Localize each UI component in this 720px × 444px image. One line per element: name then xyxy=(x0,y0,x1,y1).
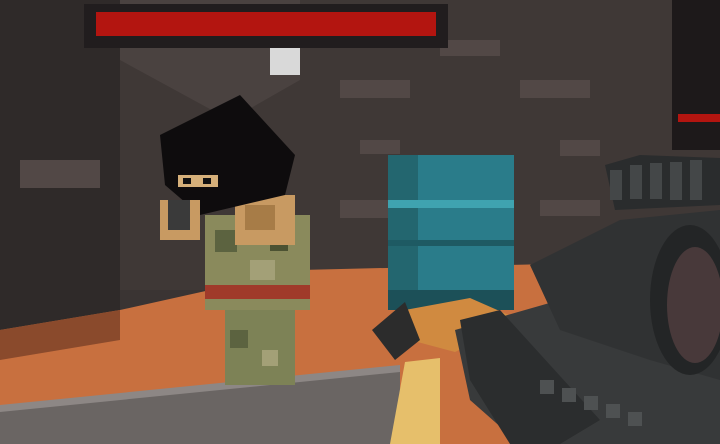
target-health-bar xyxy=(84,4,448,48)
scope-side-panel xyxy=(672,0,720,150)
health-fill xyxy=(96,12,436,36)
side-meter-fill xyxy=(678,114,720,122)
health-track xyxy=(96,12,436,36)
side-meter xyxy=(678,114,720,122)
teal-barrel xyxy=(388,155,514,310)
game-scene xyxy=(0,0,720,444)
game-viewport[interactable] xyxy=(0,0,720,444)
